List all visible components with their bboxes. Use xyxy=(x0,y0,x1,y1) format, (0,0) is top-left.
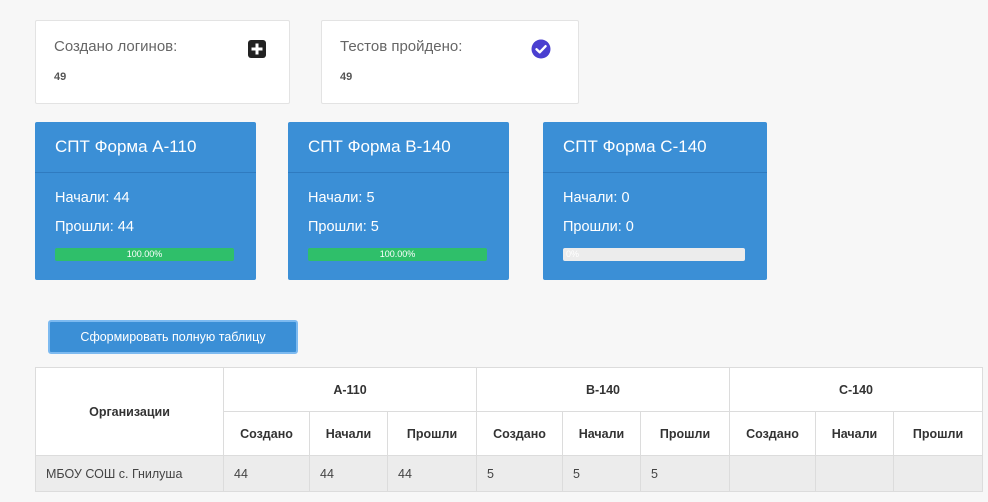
form-card-started: Начали: 5 xyxy=(308,190,375,206)
group-header-b140: B-140 xyxy=(476,367,730,412)
table-cell: 44 xyxy=(223,455,310,492)
table-cell xyxy=(893,455,983,492)
progress-label: 0% xyxy=(566,249,580,259)
stat-logins-label: Создано логинов: xyxy=(54,38,178,55)
stat-card-logins: Создано логинов: 49 xyxy=(35,20,290,104)
stat-tests-label: Тестов пройдено: xyxy=(340,38,463,55)
results-table: Организации A-110 B-140 C-140 Создано На… xyxy=(35,367,983,492)
group-header-c140: C-140 xyxy=(729,367,983,412)
progress-fill: 100.00% xyxy=(308,248,487,261)
progress-fill: 100.00% xyxy=(55,248,234,261)
table-cell: 44 xyxy=(309,455,388,492)
subheader-created: Создано xyxy=(223,411,310,456)
table-cell: 5 xyxy=(476,455,563,492)
stat-tests-value: 49 xyxy=(340,71,353,83)
form-card-title: СПТ Форма A-110 xyxy=(35,122,256,173)
generate-full-table-button[interactable]: Сформировать полную таблицу xyxy=(48,320,298,354)
subheader-started: Начали xyxy=(309,411,388,456)
form-card-b140: СПТ Форма B-140 Начали: 5 Прошли: 5 100.… xyxy=(288,122,509,280)
table-cell: 44 xyxy=(387,455,477,492)
subheader-passed: Прошли xyxy=(893,411,983,456)
table-cell xyxy=(815,455,894,492)
plus-square-icon xyxy=(248,40,266,58)
progress-bar: 0% xyxy=(563,248,745,261)
form-card-title: СПТ Форма C-140 xyxy=(543,122,767,173)
form-card-started: Начали: 0 xyxy=(563,190,630,206)
form-card-a110: СПТ Форма A-110 Начали: 44 Прошли: 44 10… xyxy=(35,122,256,280)
form-card-started: Начали: 44 xyxy=(55,190,130,206)
group-header-a110: A-110 xyxy=(223,367,477,412)
form-card-passed: Прошли: 44 xyxy=(55,219,134,235)
stat-logins-value: 49 xyxy=(54,71,67,83)
org-header: Организации xyxy=(35,367,224,456)
subheader-started: Начали xyxy=(815,411,894,456)
table-row: МБОУ СОШ с. Гнилуша 44 44 44 5 5 5 xyxy=(35,455,983,492)
subheader-created: Создано xyxy=(476,411,563,456)
subheader-passed: Прошли xyxy=(387,411,477,456)
table-cell xyxy=(729,455,816,492)
stat-card-tests: Тестов пройдено: 49 xyxy=(321,20,579,104)
form-card-passed: Прошли: 0 xyxy=(563,219,634,235)
form-card-title: СПТ Форма B-140 xyxy=(288,122,509,173)
table-cell: 5 xyxy=(562,455,641,492)
table-cell: 5 xyxy=(640,455,730,492)
progress-bar: 100.00% xyxy=(55,248,234,261)
subheader-started: Начали xyxy=(562,411,641,456)
progress-bar: 100.00% xyxy=(308,248,487,261)
subheader-created: Создано xyxy=(729,411,816,456)
check-circle-icon xyxy=(531,39,551,59)
subheader-passed: Прошли xyxy=(640,411,730,456)
form-card-c140: СПТ Форма C-140 Начали: 0 Прошли: 0 0% xyxy=(543,122,767,280)
org-name-cell: МБОУ СОШ с. Гнилуша xyxy=(35,455,224,492)
form-card-passed: Прошли: 5 xyxy=(308,219,379,235)
